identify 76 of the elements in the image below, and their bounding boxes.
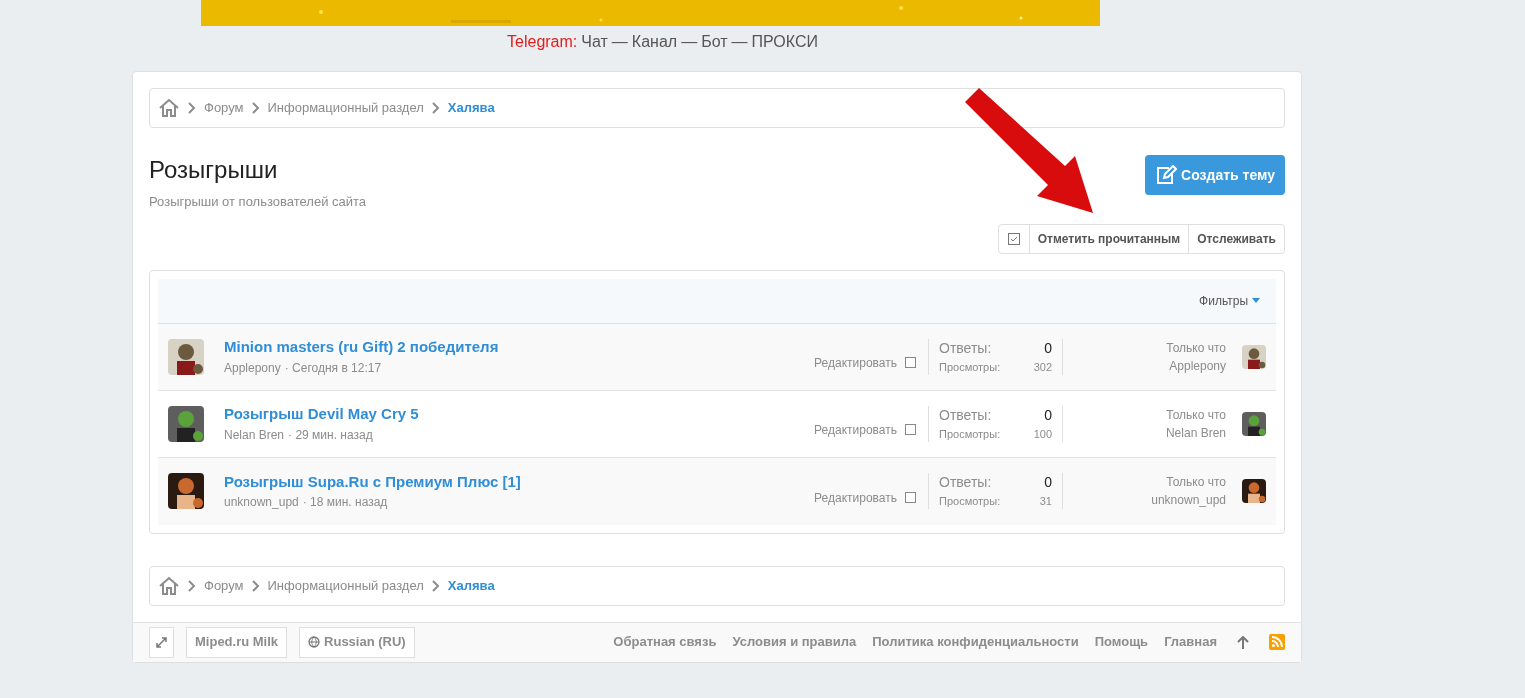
- replies-label: Ответы:: [939, 473, 992, 493]
- breadcrumb-link[interactable]: Информационный раздел: [267, 575, 424, 596]
- watch-button[interactable]: Отслеживать: [1189, 224, 1284, 253]
- footer-link[interactable]: Помощь: [1094, 632, 1149, 652]
- breadcrumb-link[interactable]: Халява: [447, 98, 495, 118]
- breadcrumb-link[interactable]: Информационный раздел: [267, 98, 424, 118]
- home-icon[interactable]: [158, 575, 180, 596]
- expand-button[interactable]: [149, 626, 174, 658]
- arrow-up-icon[interactable]: [1237, 635, 1249, 649]
- last-post-time[interactable]: Только что: [1166, 473, 1226, 491]
- replies-count: 0: [1044, 338, 1052, 358]
- select-checkbox[interactable]: [905, 357, 916, 368]
- edit-label: Редактировать: [814, 421, 897, 439]
- home-icon[interactable]: [158, 98, 180, 118]
- telegram-link[interactable]: Бот: [701, 30, 728, 54]
- edit-label: Редактировать: [814, 489, 897, 507]
- footer-link[interactable]: Главная: [1164, 632, 1217, 652]
- chevron-icon: [188, 579, 196, 592]
- checkbox-icon: [1007, 232, 1020, 245]
- last-post-author[interactable]: unknown_upd: [1151, 491, 1226, 509]
- mark-read-button[interactable]: Отметить прочитанным: [1029, 224, 1190, 253]
- chevron-icon: [188, 102, 196, 114]
- filters-button[interactable]: Фильтры: [1199, 291, 1260, 310]
- views-count: 100: [1033, 426, 1052, 442]
- views-label: Просмотры:: [939, 426, 1001, 442]
- dash-separator: —: [681, 32, 698, 52]
- rss-icon[interactable]: [1269, 634, 1285, 650]
- style-chooser-button[interactable]: Miped.ru Milk: [186, 626, 288, 658]
- thread-author[interactable]: Nelan Bren: [224, 425, 285, 444]
- last-post-time[interactable]: Только что: [1166, 405, 1226, 424]
- footer-link[interactable]: Политика конфиденциальности: [872, 632, 1079, 652]
- page-title: Розыгрыши: [149, 155, 279, 185]
- telegram-label: Telegram:: [507, 32, 578, 52]
- edit-icon: [1155, 165, 1178, 185]
- breadcrumb-link[interactable]: Халява: [447, 575, 495, 596]
- breadcrumb-link[interactable]: Форум: [204, 98, 244, 118]
- thread-time: · 29 мин. назад: [288, 426, 373, 444]
- replies-label: Ответы:: [939, 338, 992, 358]
- select-checkbox[interactable]: [905, 424, 916, 435]
- telegram-link[interactable]: ПРОКСИ: [751, 30, 818, 54]
- caret-icon: [1252, 298, 1260, 303]
- replies-label: Ответы:: [939, 405, 992, 425]
- chevron-icon: [431, 102, 440, 114]
- footer-link[interactable]: Обратная связь: [613, 632, 717, 652]
- language-chooser-button[interactable]: Russian (RU): [299, 626, 415, 658]
- chevron-icon: [251, 102, 260, 114]
- replies-count: 0: [1044, 473, 1052, 493]
- dash-separator: —: [611, 32, 628, 52]
- dash-separator: —: [731, 32, 748, 52]
- last-post-author[interactable]: Nelan Bren: [1165, 423, 1226, 442]
- thread-time: · 18 мин. назад: [302, 494, 388, 512]
- thread-title[interactable]: Розыгрыш Supa.Ru с Премиум Плюс [1]: [224, 470, 664, 494]
- replies-count: 0: [1044, 405, 1052, 425]
- thread-author[interactable]: unknown_upd: [224, 493, 299, 512]
- chevron-icon: [431, 579, 440, 592]
- thread-author[interactable]: Applepony: [224, 358, 281, 377]
- views-count: 31: [1039, 494, 1052, 510]
- thread-title[interactable]: Розыгрыш Devil May Cry 5: [224, 403, 664, 426]
- last-post-time[interactable]: Только что: [1166, 338, 1226, 357]
- select-checkbox[interactable]: [905, 492, 916, 503]
- telegram-link[interactable]: Канал: [631, 30, 678, 54]
- views-label: Просмотры:: [939, 494, 1001, 510]
- chevron-icon: [251, 579, 260, 592]
- thread-time: · Сегодня в 12:17: [284, 359, 382, 377]
- thread-title[interactable]: Minion masters (ru Gift) 2 победителя: [224, 336, 664, 359]
- edit-label: Редактировать: [814, 354, 897, 372]
- views-count: 302: [1033, 359, 1052, 375]
- expand-icon: [156, 636, 167, 648]
- page-description: Розыгрыши от пользователей сайта: [149, 193, 367, 211]
- last-post-author[interactable]: Applepony: [1169, 356, 1226, 375]
- breadcrumb-link[interactable]: Форум: [204, 575, 244, 596]
- telegram-link[interactable]: Чат: [581, 30, 608, 54]
- create-thread-button[interactable]: Создать тему: [1145, 155, 1285, 195]
- globe-icon: [308, 636, 321, 648]
- views-label: Просмотры:: [939, 359, 1001, 375]
- footer-link[interactable]: Условия и правила: [732, 632, 857, 652]
